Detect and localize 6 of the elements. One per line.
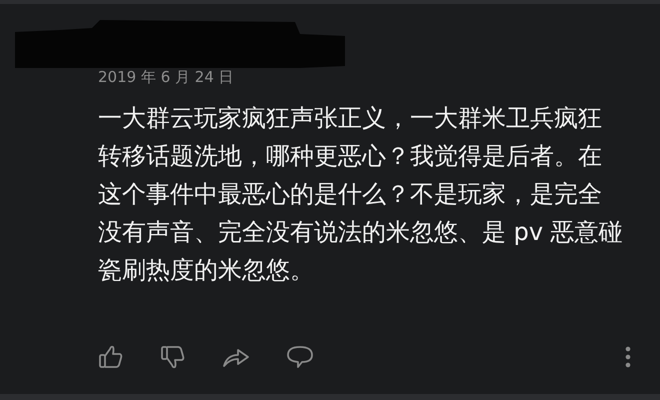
thumbs-down-icon[interactable]	[160, 344, 186, 370]
more-icon[interactable]	[624, 346, 632, 368]
thumbs-up-icon[interactable]	[98, 344, 124, 370]
comment-icon[interactable]	[286, 344, 314, 370]
comment-date: 2019 年 6 月 24 日	[98, 67, 235, 87]
comment-text: 一大群云玩家疯狂声张正义，一大群米卫兵疯狂转移话题洗地，哪种更恶心？我觉得是后者。在这个事件中最恶心的是什么？不是玩家，是完全没有声音、完全没有说法的米忽悠、是 pv 恶意碰瓷刷热度的米忽悠。	[98, 103, 623, 286]
